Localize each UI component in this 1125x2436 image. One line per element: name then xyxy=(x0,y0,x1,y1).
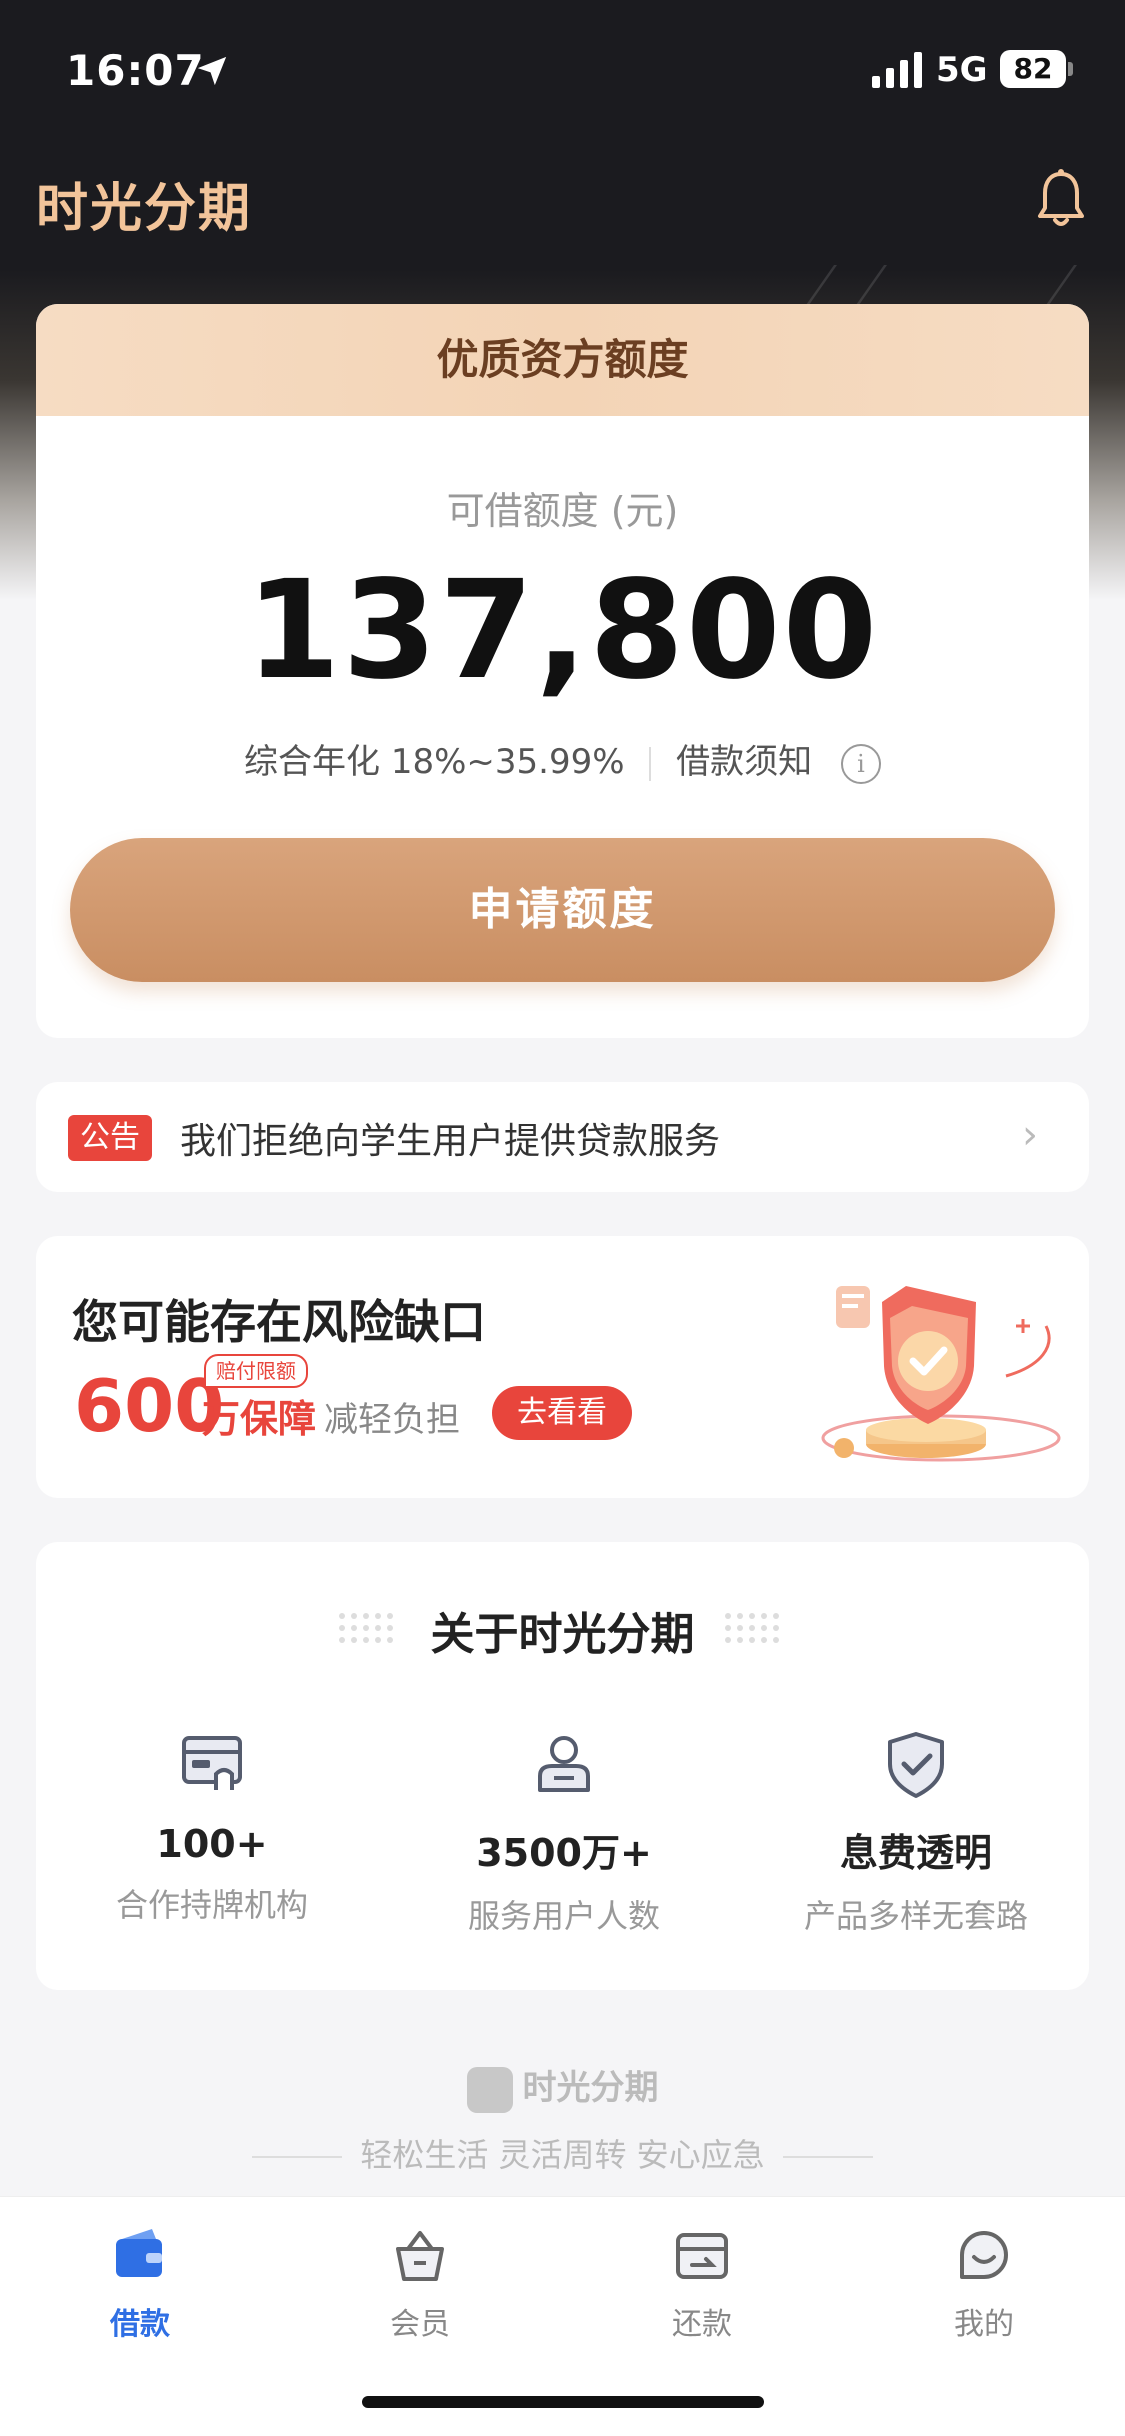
brand-logo-icon xyxy=(466,2066,513,2113)
tab-label: 我的 xyxy=(954,2307,1014,2342)
divider xyxy=(649,746,652,781)
shield-illustration xyxy=(821,1286,1061,1462)
risk-title: 您可能存在风险缺口 xyxy=(72,1295,486,1349)
footer-brand: 时光分期 xyxy=(0,2060,1125,2113)
rate-row: 综合年化 18%~35.99% 借款须知 i xyxy=(36,734,1089,784)
stat-transparent: 息费透明 产品多样无套路 xyxy=(740,1728,1089,1937)
credit-card-header: 优质资方额度 xyxy=(36,304,1089,416)
tab-member[interactable]: 会员 xyxy=(320,2223,520,2343)
location-arrow-icon xyxy=(197,56,227,86)
stat-label: 产品多样无套路 xyxy=(803,1897,1028,1935)
limit-badge: 赔付限额 xyxy=(204,1354,308,1388)
info-icon[interactable]: i xyxy=(840,743,881,784)
stat-value: 100+ xyxy=(156,1822,268,1866)
apply-button[interactable]: 申请额度 xyxy=(70,838,1055,982)
tab-borrow[interactable]: 借款 xyxy=(40,2223,240,2343)
signal-icon xyxy=(872,52,922,88)
stat-label: 服务用户人数 xyxy=(467,1897,660,1935)
risk-card[interactable]: 您可能存在风险缺口 600 赔付限额 万保障 减轻负担 去看看 xyxy=(36,1236,1089,1498)
stat-value: 息费透明 xyxy=(839,1831,992,1875)
risk-unit: 万保障 xyxy=(202,1397,317,1441)
card-icon xyxy=(182,1736,242,1790)
credit-amount: 137,800 xyxy=(245,552,880,710)
smile-icon xyxy=(960,2231,1008,2279)
notice-bar[interactable]: 公告 我们拒绝向学生用户提供贷款服务 › xyxy=(36,1082,1089,1192)
about-title: 关于时光分期 xyxy=(430,1609,695,1660)
status-bar: 16:07 5G 82 xyxy=(0,0,1125,140)
repay-icon xyxy=(676,2233,728,2279)
home-indicator xyxy=(362,2396,764,2408)
stat-value: 3500万+ xyxy=(476,1831,652,1875)
notice-text: 我们拒绝向学生用户提供贷款服务 xyxy=(180,1121,721,1162)
credit-subtitle: 可借额度 (元) xyxy=(446,489,679,533)
tab-label: 借款 xyxy=(110,2307,170,2342)
network-type: 5G xyxy=(936,50,988,90)
view-button[interactable]: 去看看 xyxy=(492,1386,632,1440)
bell-icon[interactable] xyxy=(1036,168,1086,230)
stat-label: 合作持牌机构 xyxy=(115,1886,308,1924)
rate-text: 综合年化 18%~35.99% xyxy=(244,742,625,782)
wallet-icon xyxy=(116,2229,162,2277)
battery-icon: 82 xyxy=(1000,50,1066,88)
app-logo: 时光分期 xyxy=(36,179,253,239)
user-icon xyxy=(538,1736,590,1792)
footer-brand-name: 时光分期 xyxy=(522,2068,659,2108)
tab-label: 还款 xyxy=(672,2307,732,2342)
stat-users: 3500万+ 服务用户人数 xyxy=(388,1728,740,1937)
stat-institutions: 100+ 合作持牌机构 xyxy=(36,1728,388,1926)
risk-reduce-text: 减轻负担 xyxy=(324,1400,460,1440)
tab-label: 会员 xyxy=(390,2307,450,2342)
status-time: 16:07 xyxy=(66,46,205,95)
notice-tag: 公告 xyxy=(68,1115,152,1161)
shield-check-icon xyxy=(888,1732,944,1798)
footer-slogan-text: 轻松生活 灵活周转 安心应急 xyxy=(360,2136,765,2174)
tab-repay[interactable]: 还款 xyxy=(602,2223,802,2343)
footer-slogan: 轻松生活 灵活周转 安心应急 xyxy=(0,2130,1125,2176)
tab-mine[interactable]: 我的 xyxy=(884,2223,1084,2343)
credit-card: 优质资方额度 可借额度 (元) 137,800 综合年化 18%~35.99% … xyxy=(36,304,1089,1038)
loan-notice-link[interactable]: 借款须知 xyxy=(676,742,812,782)
chevron-right-icon: › xyxy=(1022,1112,1038,1158)
about-card: 关于时光分期 100+ 合作持牌机构 3500万+ 服务用户人数 息费透明 产品… xyxy=(36,1542,1089,1990)
decor-dots-right xyxy=(725,1613,779,1643)
basket-icon xyxy=(396,2231,444,2281)
